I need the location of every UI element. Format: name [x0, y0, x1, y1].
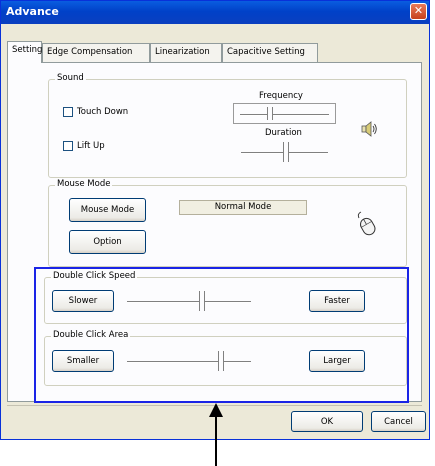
- frequency-slider-thumb[interactable]: [267, 107, 274, 120]
- option-button[interactable]: Option: [69, 230, 146, 254]
- current-mode-display: Normal Mode: [179, 200, 307, 215]
- window-title: Advance: [6, 5, 59, 18]
- lift-up-label: Lift Up: [77, 141, 105, 151]
- lift-up-checkbox-row[interactable]: Lift Up: [63, 141, 105, 152]
- sound-group: Sound Touch Down Lift Up Frequency Durat…: [48, 73, 407, 178]
- tab-capacitive-setting[interactable]: Capacitive Setting: [222, 43, 318, 62]
- duration-slider-thumb[interactable]: [282, 142, 289, 162]
- lift-up-checkbox[interactable]: [63, 141, 73, 151]
- frequency-slider[interactable]: [233, 103, 336, 124]
- tab-setting[interactable]: Setting: [7, 41, 42, 63]
- annotation-highlight-box: [34, 267, 409, 403]
- cancel-button[interactable]: Cancel: [371, 411, 426, 432]
- annotation-arrow-line: [215, 416, 217, 466]
- mouse-mode-button[interactable]: Mouse Mode: [69, 198, 146, 222]
- mouse-mode-legend: Mouse Mode: [55, 179, 113, 189]
- title-bar: Advance ✕: [1, 1, 429, 24]
- annotation-arrow-head: [209, 403, 223, 417]
- tab-edge-compensation[interactable]: Edge Compensation: [42, 43, 150, 62]
- mouse-icon: [357, 210, 379, 241]
- close-button[interactable]: ✕: [410, 3, 427, 20]
- duration-slider[interactable]: [241, 142, 328, 162]
- speaker-icon: [361, 120, 379, 141]
- sound-legend: Sound: [55, 73, 86, 83]
- frequency-label: Frequency: [259, 91, 303, 101]
- ok-button[interactable]: OK: [291, 411, 363, 432]
- tab-linearization[interactable]: Linearization: [150, 43, 222, 62]
- touch-down-checkbox-row[interactable]: Touch Down: [63, 107, 128, 118]
- duration-label: Duration: [265, 128, 302, 138]
- frequency-slider-track: [240, 113, 329, 116]
- mouse-mode-group: Mouse Mode Mouse Mode Option Normal Mode: [48, 179, 407, 267]
- touch-down-label: Touch Down: [77, 107, 129, 117]
- touch-down-checkbox[interactable]: [63, 107, 73, 117]
